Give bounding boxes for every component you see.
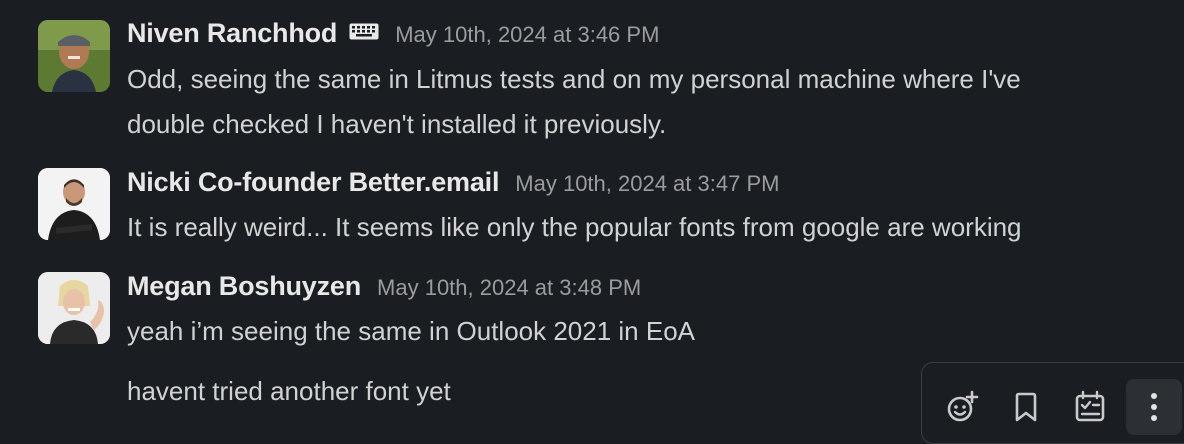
author-name[interactable]: Nicki Co-founder Better.email [127,167,499,198]
avatar-photo-icon [38,272,110,344]
message-text: Odd, seeing the same in Litmus tests and… [127,57,1021,147]
message-text: havent tried another font yet [127,369,451,414]
message-line: havent tried another font yet [127,376,451,406]
author-name[interactable]: Niven Ranchhod [127,18,337,49]
timestamp[interactable]: May 10th, 2024 at 3:48 PM [377,275,641,301]
bookmark-icon [1015,392,1037,422]
message-line: Odd, seeing the same in Litmus tests and… [127,64,1021,94]
message-line: yeah i’m seeing the same in Outlook 2021… [127,316,696,346]
add-reaction-button[interactable] [934,379,990,435]
more-actions-button[interactable] [1126,379,1182,435]
avatar[interactable] [38,20,110,92]
timestamp[interactable]: May 10th, 2024 at 3:46 PM [395,22,659,48]
checklist-icon [1075,390,1105,422]
message-text: yeah i’m seeing the same in Outlook 2021… [127,309,695,354]
save-for-later-button[interactable] [998,379,1054,435]
add-to-list-button[interactable] [1062,379,1118,435]
message-actions-toolbar [921,362,1184,444]
avatar[interactable] [38,272,110,344]
avatar-photo-icon [38,20,110,92]
timestamp[interactable]: May 10th, 2024 at 3:47 PM [515,171,779,197]
add-reaction-icon [947,390,979,422]
avatar-photo-icon [38,168,110,240]
message-line: double checked I haven't installed it pr… [127,109,667,139]
message-text: It is really weird... It seems like only… [127,205,1022,250]
message-line: It is really weird... It seems like only… [127,212,1022,242]
keyboard-icon [349,23,379,40]
author-name[interactable]: Megan Boshuyzen [127,271,361,302]
more-actions-icon [1151,393,1157,421]
avatar[interactable] [38,168,110,240]
